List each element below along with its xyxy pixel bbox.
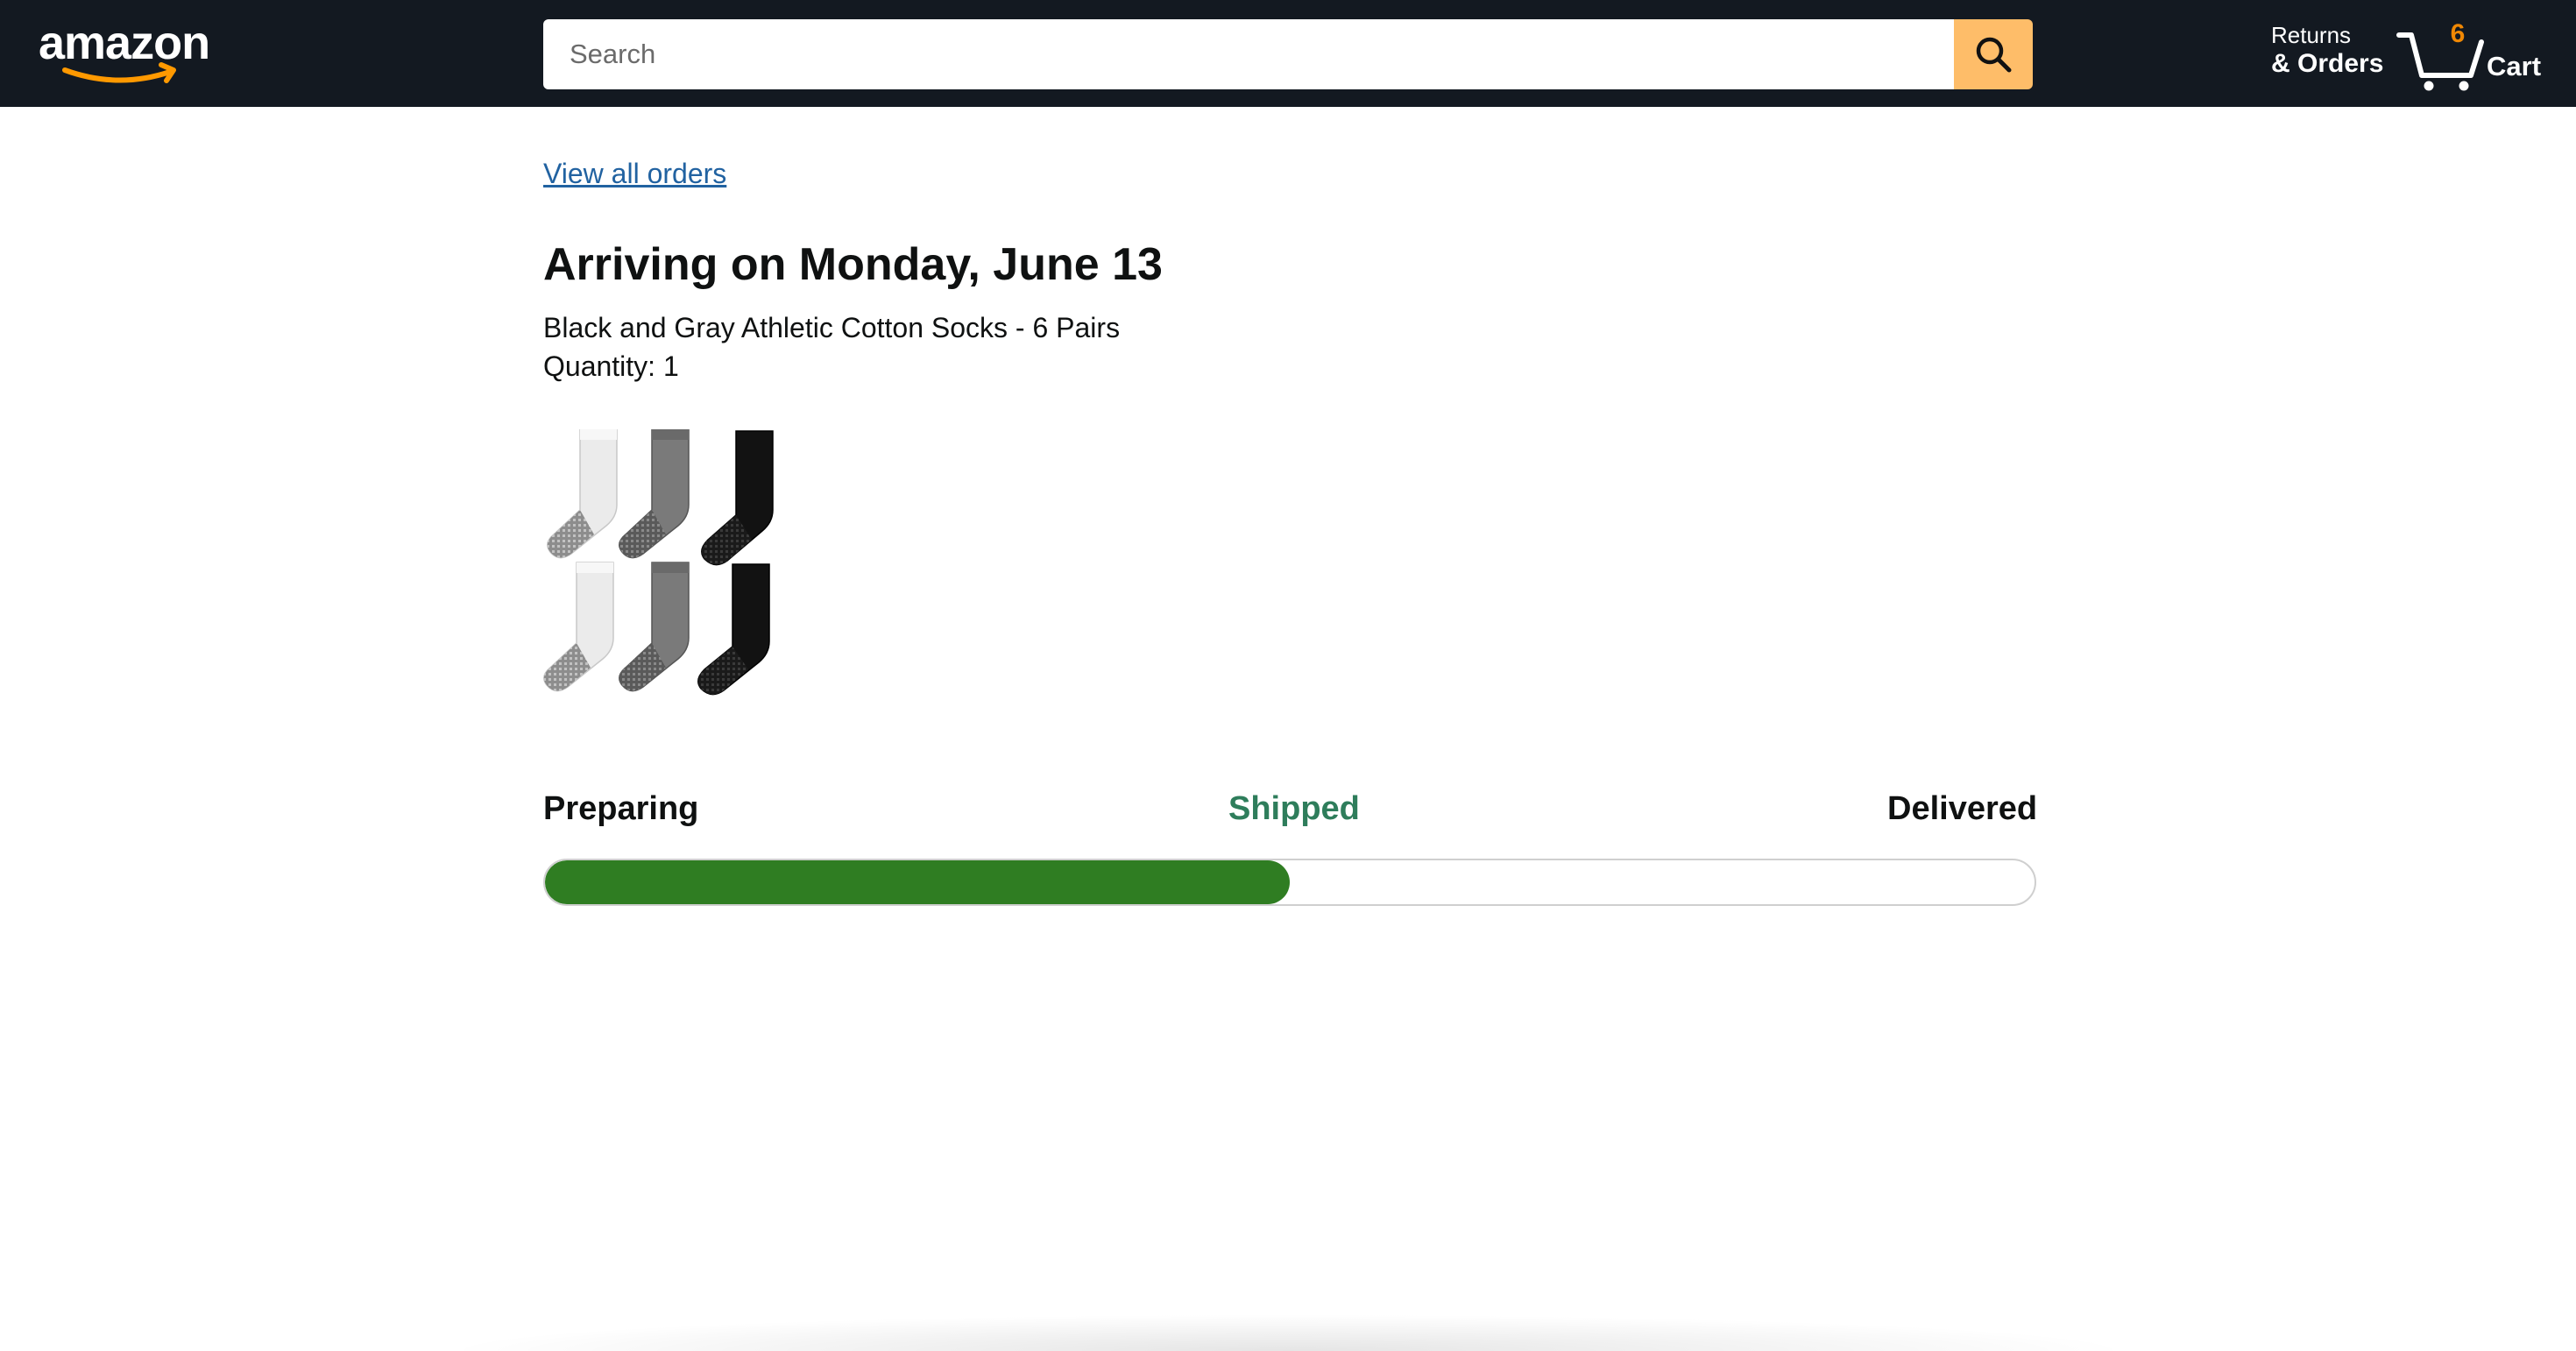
socks-image: [543, 428, 774, 696]
progress-step-delivered: Delivered: [1887, 790, 2038, 827]
search-box: [543, 19, 1956, 89]
shipment-progress-fill: [545, 860, 1290, 904]
smile-arrow-icon: [62, 62, 176, 83]
returns-label: Returns: [2271, 22, 2352, 48]
search-icon: [1976, 37, 2012, 73]
top-navigation-bar: amazon Returns & Orders 6 Cart: [0, 0, 2576, 107]
bottom-shadow: [438, 1314, 2138, 1351]
progress-step-shipped: Shipped: [1228, 790, 1360, 827]
progress-step-preparing: Preparing: [543, 790, 699, 827]
product-quantity: Quantity: 1: [543, 350, 679, 382]
product-name: Black and Gray Athletic Cotton Socks - 6…: [543, 312, 1121, 343]
cart-label: Cart: [2487, 51, 2542, 81]
returns-and-orders-link[interactable]: Returns & Orders: [2271, 22, 2384, 79]
arrival-heading: Arriving on Monday, June 13: [543, 239, 1163, 290]
amazon-logo[interactable]: amazon: [39, 19, 217, 84]
cart-button[interactable]: 6 Cart: [2396, 16, 2553, 95]
view-all-orders-link[interactable]: View all orders: [543, 158, 726, 190]
search-button[interactable]: [1954, 19, 2033, 89]
product-image[interactable]: [541, 428, 782, 697]
shipment-progress-bar: [543, 859, 2036, 906]
orders-label: & Orders: [2271, 48, 2384, 78]
cart-count-badge: 6: [2450, 19, 2466, 48]
search-input[interactable]: [543, 19, 1956, 89]
